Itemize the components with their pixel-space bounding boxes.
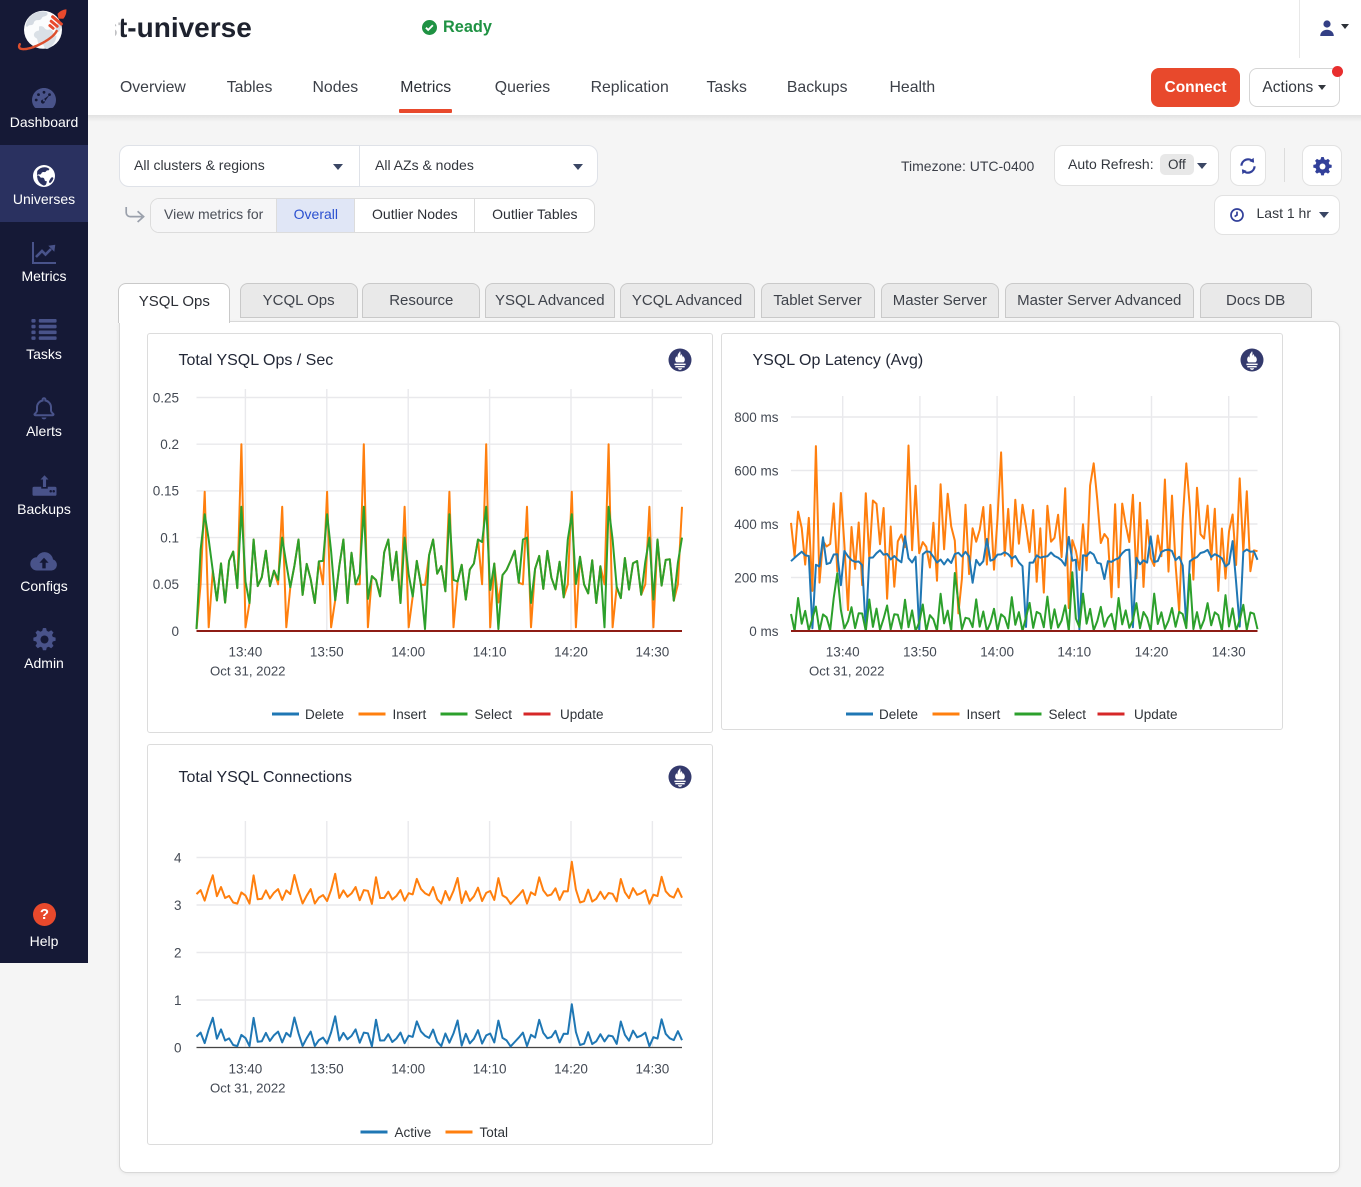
svg-text:0.1: 0.1	[160, 530, 179, 545]
svg-text:13:40: 13:40	[826, 645, 860, 660]
svg-text:0 ms: 0 ms	[749, 624, 779, 639]
svg-text:14:20: 14:20	[1135, 645, 1169, 660]
svg-text:Total YSQL Connections: Total YSQL Connections	[179, 769, 352, 786]
svg-text:0: 0	[171, 624, 179, 639]
svg-text:13:50: 13:50	[310, 645, 344, 660]
svg-text:0.05: 0.05	[153, 577, 179, 592]
svg-text:14:30: 14:30	[636, 1062, 670, 1077]
svg-text:13:50: 13:50	[903, 645, 937, 660]
svg-text:14:00: 14:00	[391, 645, 425, 660]
svg-text:0.25: 0.25	[153, 390, 179, 405]
svg-text:0: 0	[174, 1041, 182, 1056]
svg-text:0.15: 0.15	[153, 484, 179, 499]
svg-text:14:10: 14:10	[473, 645, 507, 660]
svg-text:Delete: Delete	[879, 707, 918, 722]
svg-text:Total YSQL Ops / Sec: Total YSQL Ops / Sec	[179, 352, 334, 369]
svg-text:14:10: 14:10	[1057, 645, 1091, 660]
svg-text:Oct 31, 2022: Oct 31, 2022	[210, 1081, 286, 1096]
svg-text:200 ms: 200 ms	[734, 571, 779, 586]
svg-text:0.2: 0.2	[160, 437, 179, 452]
svg-text:14:30: 14:30	[636, 645, 670, 660]
svg-text:Update: Update	[560, 707, 604, 722]
svg-text:800 ms: 800 ms	[734, 410, 779, 425]
svg-text:Total: Total	[480, 1125, 509, 1140]
svg-text:400 ms: 400 ms	[734, 517, 779, 532]
svg-text:13:40: 13:40	[229, 645, 263, 660]
svg-text:Active: Active	[395, 1125, 432, 1140]
svg-text:14:20: 14:20	[554, 1062, 588, 1077]
svg-text:3: 3	[174, 898, 182, 913]
svg-text:600 ms: 600 ms	[734, 464, 779, 479]
svg-text:14:10: 14:10	[473, 1062, 507, 1077]
svg-text:4: 4	[174, 851, 182, 866]
svg-text:14:20: 14:20	[554, 645, 588, 660]
svg-text:Select: Select	[475, 707, 513, 722]
svg-text:14:00: 14:00	[391, 1062, 425, 1077]
svg-text:Select: Select	[1049, 707, 1087, 722]
svg-text:YSQL Op Latency (Avg): YSQL Op Latency (Avg)	[753, 352, 924, 369]
svg-text:13:50: 13:50	[310, 1062, 344, 1077]
svg-text:1: 1	[174, 993, 182, 1008]
svg-text:14:00: 14:00	[980, 645, 1014, 660]
svg-text:Delete: Delete	[305, 707, 344, 722]
svg-text:14:30: 14:30	[1212, 645, 1246, 660]
svg-text:2: 2	[174, 946, 182, 961]
svg-text:Insert: Insert	[967, 707, 1001, 722]
svg-text:13:40: 13:40	[229, 1062, 263, 1077]
svg-text:Oct 31, 2022: Oct 31, 2022	[809, 664, 885, 679]
svg-text:Update: Update	[1134, 707, 1178, 722]
svg-text:Oct 31, 2022: Oct 31, 2022	[210, 664, 286, 679]
svg-text:Insert: Insert	[393, 707, 427, 722]
